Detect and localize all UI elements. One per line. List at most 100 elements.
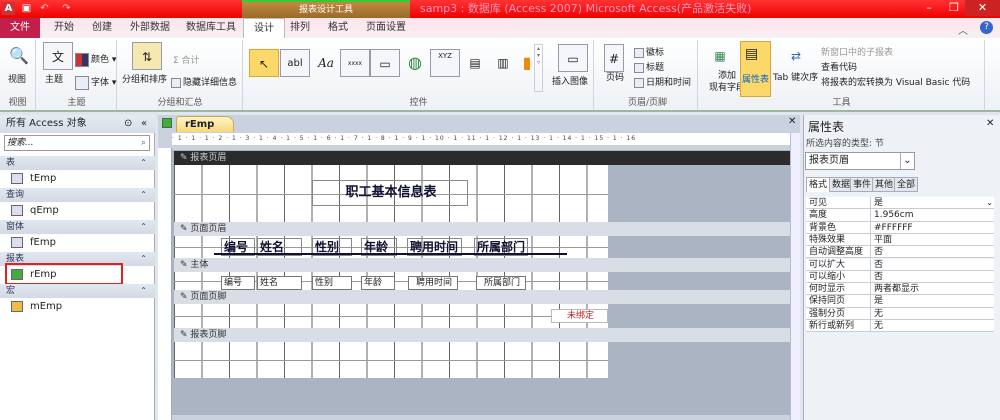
- property-value[interactable]: 1.956cm: [874, 209, 913, 221]
- section-page-footer[interactable]: ✎ 页面页脚: [174, 290, 790, 304]
- nav-category-macros[interactable]: 宏 ⌃: [0, 284, 155, 298]
- navigation-control-icon[interactable]: ▤: [460, 49, 490, 77]
- save-icon[interactable]: ▣: [20, 2, 33, 15]
- close-document-icon[interactable]: ✕: [788, 116, 796, 127]
- label-control-icon[interactable]: Aa: [311, 49, 341, 77]
- property-value[interactable]: 是: [874, 295, 883, 307]
- totals-button[interactable]: Σ 合计: [173, 53, 200, 66]
- field-department[interactable]: 所属部门: [476, 276, 526, 290]
- close-button[interactable]: ✕: [965, 0, 1000, 16]
- property-value[interactable]: 否: [874, 246, 883, 258]
- property-value[interactable]: 无: [874, 308, 883, 320]
- property-value[interactable]: #FFFFFF: [874, 222, 913, 234]
- unbound-textbox[interactable]: 未绑定: [551, 309, 608, 323]
- logo-button[interactable]: 徽标: [634, 45, 664, 58]
- property-row[interactable]: 可以扩大 否: [806, 258, 994, 271]
- insert-image-button[interactable]: 插入图像: [552, 74, 588, 87]
- nav-pane-header[interactable]: 所有 Access 对象 ⊙ «: [0, 115, 155, 133]
- report-footer-area[interactable]: [174, 342, 608, 378]
- tab-control-icon[interactable]: ▭: [370, 49, 400, 77]
- help-icon[interactable]: ?: [980, 21, 993, 34]
- theme-button[interactable]: 主题: [45, 72, 63, 85]
- property-sheet-button[interactable]: ▤ 属性表: [740, 41, 771, 97]
- minimize-button[interactable]: –: [915, 0, 943, 16]
- property-value[interactable]: 平面: [874, 234, 892, 246]
- nav-category-tables[interactable]: 表 ⌃: [0, 156, 155, 170]
- tab-order-button[interactable]: Tab 键次序: [773, 70, 818, 83]
- view-button[interactable]: 视图: [8, 72, 26, 85]
- access-app-icon[interactable]: A: [2, 2, 15, 15]
- field-age[interactable]: 年龄: [361, 276, 395, 290]
- section-report-footer[interactable]: ✎ 报表页脚: [174, 328, 790, 342]
- select-control-icon[interactable]: ↖: [249, 49, 279, 77]
- restore-button[interactable]: ❐: [940, 0, 968, 16]
- fonts-button[interactable]: 字体 ▾: [75, 75, 116, 90]
- report-title-label[interactable]: 职工基本信息表: [312, 180, 468, 206]
- property-row[interactable]: 新行或新列 无: [806, 320, 994, 333]
- section-detail[interactable]: ✎ 主体: [174, 258, 790, 272]
- prop-tab-event[interactable]: 事件: [850, 177, 875, 192]
- prop-tab-format[interactable]: 格式: [806, 177, 831, 192]
- tab-arrange[interactable]: 排列: [280, 18, 320, 38]
- chevron-down-icon[interactable]: ⌄: [986, 197, 993, 209]
- section-selector[interactable]: 报表页眉 ⌄: [805, 152, 915, 170]
- nav-item-femp[interactable]: fEmp: [0, 234, 155, 252]
- tab-design[interactable]: 设计: [243, 18, 285, 38]
- tab-create[interactable]: 创建: [82, 18, 122, 38]
- header-underline[interactable]: [214, 253, 567, 255]
- property-row[interactable]: 何时显示 两者都显示: [806, 283, 994, 296]
- tab-page-setup[interactable]: 页面设置: [356, 18, 416, 38]
- field-gender[interactable]: 性别: [312, 276, 352, 290]
- tab-home[interactable]: 开始: [44, 18, 84, 38]
- controls-gallery-scroll[interactable]: ▴ ▾ ▿: [534, 44, 543, 92]
- hide-details-button[interactable]: 隐藏详细信息: [171, 75, 237, 88]
- colors-button[interactable]: 颜色 ▾: [75, 52, 116, 67]
- property-value[interactable]: 否: [874, 259, 883, 271]
- nav-category-forms[interactable]: 窗体 ⌃: [0, 220, 155, 234]
- nav-item-qemp[interactable]: qEmp: [0, 202, 155, 220]
- property-row[interactable]: 特殊效果 平面: [806, 233, 994, 247]
- document-tab-remp[interactable]: rEmp: [176, 116, 234, 132]
- chevron-down-icon[interactable]: ⌄: [900, 153, 914, 169]
- date-time-button[interactable]: 日期和时间: [634, 75, 691, 88]
- property-row[interactable]: 强制分页 无: [806, 307, 994, 320]
- tab-format[interactable]: 格式: [318, 18, 358, 38]
- field-name[interactable]: 姓名: [257, 276, 302, 290]
- nav-item-memp[interactable]: mEmp: [0, 298, 155, 316]
- nav-search-input[interactable]: 搜索... ⌕: [4, 135, 150, 151]
- subreport-in-new-window-button[interactable]: 新窗口中的子报表: [821, 45, 893, 58]
- tab-database-tools[interactable]: 数据库工具: [176, 18, 246, 38]
- property-row[interactable]: 可以缩小 否: [806, 270, 994, 284]
- redo-icon[interactable]: ↷: [60, 2, 73, 15]
- nav-item-temp[interactable]: tEmp: [0, 170, 155, 188]
- property-row[interactable]: 保持同页 是: [806, 295, 994, 308]
- field-id[interactable]: 编号: [221, 276, 255, 290]
- title-button[interactable]: 标题: [634, 60, 664, 73]
- property-value[interactable]: 是: [874, 197, 883, 209]
- textbox-control-icon[interactable]: abl: [280, 49, 310, 77]
- tab-file[interactable]: 文件: [0, 18, 40, 38]
- property-row[interactable]: 自动调整高度否: [806, 246, 994, 259]
- page-number-button[interactable]: 页码: [606, 70, 624, 83]
- undo-icon[interactable]: ↶: [38, 2, 51, 15]
- close-property-sheet-icon[interactable]: ✕: [986, 118, 994, 129]
- nav-category-queries[interactable]: 查询 ⌃: [0, 188, 155, 202]
- property-value[interactable]: 两者都显示: [874, 283, 919, 295]
- vertical-scrollbar[interactable]: [790, 133, 800, 420]
- collapse-nav-icon[interactable]: «: [141, 115, 147, 133]
- view-code-button[interactable]: 查看代码: [821, 60, 857, 73]
- field-hire-date[interactable]: 聘用时间: [408, 276, 458, 290]
- group-and-sort-button[interactable]: 分组和排序: [122, 72, 167, 85]
- minimize-ribbon-icon[interactable]: ︿: [958, 22, 968, 37]
- nav-menu-icon[interactable]: ⊙: [124, 115, 132, 133]
- prop-tab-all[interactable]: 全部: [894, 177, 919, 192]
- convert-macros-button[interactable]: 将报表的宏转换为 Visual Basic 代码: [821, 75, 970, 88]
- prop-tab-other[interactable]: 其他: [872, 177, 897, 192]
- button-control-icon[interactable]: xxxx: [340, 49, 370, 77]
- web-browser-control-icon[interactable]: XYZ: [430, 49, 460, 77]
- search-icon[interactable]: ⌕: [141, 136, 146, 150]
- hyperlink-control-icon[interactable]: ◍: [400, 49, 430, 77]
- property-row[interactable]: 背景色 #FFFFFF: [806, 221, 994, 234]
- property-value[interactable]: 无: [874, 320, 883, 332]
- section-report-header[interactable]: ✎ 报表页眉: [174, 151, 790, 165]
